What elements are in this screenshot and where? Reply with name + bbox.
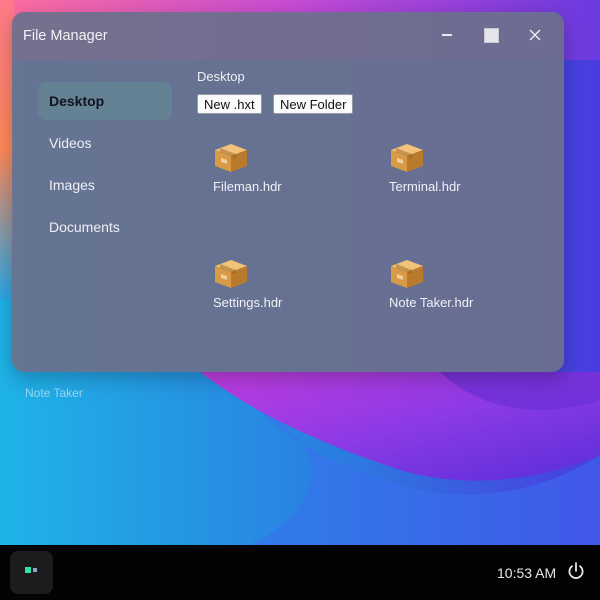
- sidebar-item-videos[interactable]: Videos: [38, 124, 172, 162]
- file-name: Fileman.hdr: [213, 179, 282, 194]
- close-icon: [529, 29, 541, 41]
- clock: 10:53 AM: [497, 565, 557, 581]
- new-hxt-button[interactable]: New .hxt: [197, 94, 262, 114]
- package-icon: [215, 260, 247, 288]
- file-manager-window: File Manager Desktop Videos Images Docum…: [12, 12, 564, 372]
- desktop: Note Taker File Manager Desktop Videos I…: [0, 0, 600, 600]
- sidebar: Desktop Videos Images Documents: [38, 82, 172, 250]
- file-name: Settings.hdr: [213, 295, 283, 310]
- breadcrumb: Desktop: [197, 69, 245, 84]
- taskbar: 10:53 AM: [0, 545, 600, 600]
- sidebar-item-desktop[interactable]: Desktop: [38, 82, 172, 120]
- minimize-button[interactable]: [429, 22, 465, 48]
- package-icon: [391, 144, 423, 172]
- package-icon: [391, 260, 423, 288]
- sidebar-item-images[interactable]: Images: [38, 166, 172, 204]
- launcher-button[interactable]: [10, 551, 53, 594]
- window-title: File Manager: [23, 28, 108, 44]
- desktop-app-label[interactable]: Note Taker: [25, 386, 83, 400]
- close-button[interactable]: [517, 22, 553, 48]
- maximize-icon: [483, 27, 499, 43]
- package-icon: [215, 144, 247, 172]
- file-name: Terminal.hdr: [389, 179, 461, 194]
- power-icon[interactable]: [566, 561, 586, 581]
- new-folder-button[interactable]: New Folder: [273, 94, 354, 114]
- minimize-icon: [442, 34, 452, 36]
- launcher-icon-accent: [33, 568, 37, 572]
- maximize-button[interactable]: [473, 22, 509, 48]
- launcher-icon: [25, 567, 31, 573]
- sidebar-item-documents[interactable]: Documents: [38, 208, 172, 246]
- file-name: Note Taker.hdr: [389, 295, 474, 310]
